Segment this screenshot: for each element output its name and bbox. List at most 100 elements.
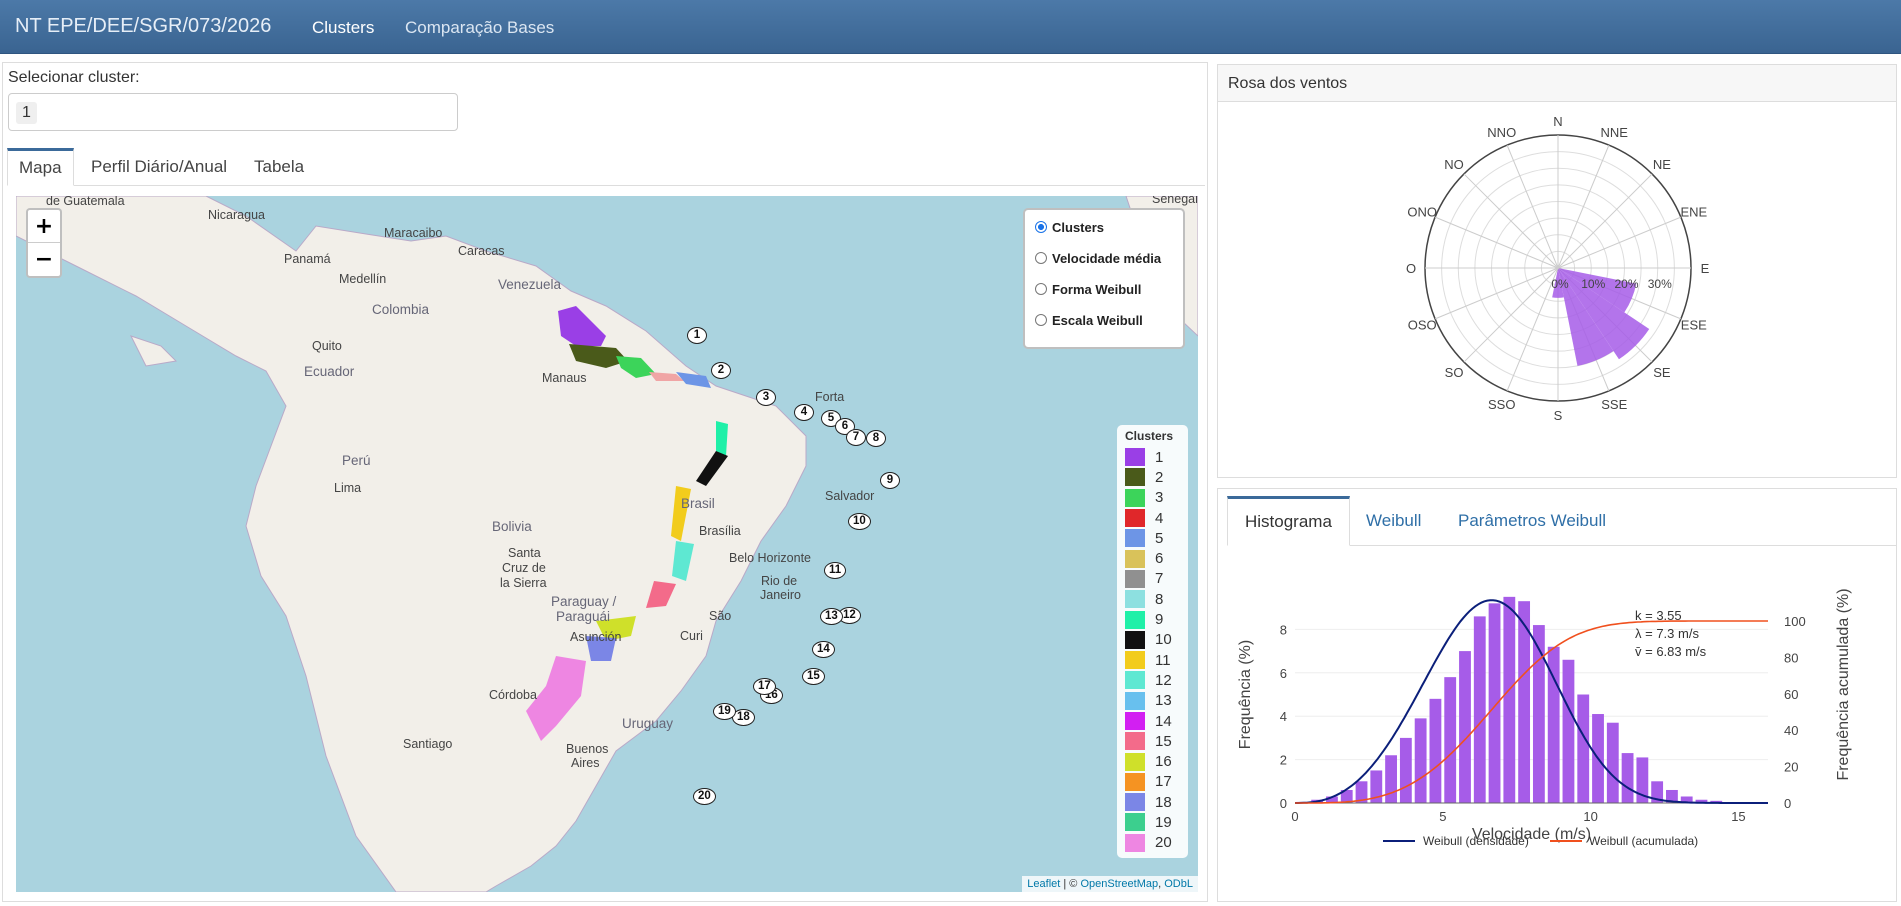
cluster-marker-4[interactable]: 4 [794,404,814,421]
rose-direction-label: ONO [1407,205,1437,220]
tab-parametros-weibull[interactable]: Parâmetros Weibull [1441,496,1623,546]
legend-label: 20 [1155,834,1172,852]
cluster-10-area[interactable] [696,451,728,486]
odbl-link[interactable]: ODbL [1164,878,1193,890]
histogram-chart[interactable]: 024680 5 10 15020406080100k = 3.55λ = 7.3 m… [1217,556,1897,896]
layer-velocidade-media[interactable]: Velocidade média [1035,251,1173,282]
leaflet-link[interactable]: Leaflet [1027,878,1060,890]
legend-item-3: 3 [1125,488,1180,508]
legend-swatch [1125,549,1145,568]
label-la-sierra: la Sierra [500,576,547,590]
cluster-marker-20[interactable]: 20 [693,788,716,805]
hist-y2tick: 60 [1784,687,1798,702]
radio-icon[interactable] [1035,283,1047,295]
legend-swatch [1125,488,1145,507]
cluster-marker-3[interactable]: 3 [756,389,776,406]
cluster-marker-13[interactable]: 13 [820,608,843,625]
wind-rose-chart[interactable]: N NNE NE ENE E ESE SE SSE S SSO SO OSO O ONO NO NNO 0% 10… [1218,105,1898,475]
brand-title[interactable]: NT EPE/DEE/SGR/073/2026 [15,15,271,38]
legend-item-8: 8 [1125,589,1180,609]
cluster-marker-15[interactable]: 15 [802,668,825,685]
tab-tabela[interactable]: Tabela [243,148,315,186]
legend-swatch [1125,732,1145,751]
hist-xtick: 0 [1291,809,1298,824]
cluster-marker-19[interactable]: 19 [713,703,736,720]
rose-radial-tick: 30% [1648,277,1672,291]
wind-rose-title: Rosa dos ventos [1218,65,1896,102]
legend-swatch [1125,793,1145,812]
histogram-tabs: Histograma Weibull Parâmetros Weibull [1227,496,1897,546]
cluster-marker-7[interactable]: 7 [846,429,866,446]
legend-label: 6 [1155,550,1164,568]
rose-direction-label: SSE [1601,397,1627,412]
radio-selected-icon[interactable] [1035,221,1047,233]
tab-perfil[interactable]: Perfil Diário/Anual [80,148,238,186]
label-cruz-de: Cruz de [502,561,546,575]
zoom-in-button[interactable]: + [28,210,60,243]
hist-y2tick: 20 [1784,760,1798,775]
rose-direction-label: NO [1444,157,1464,172]
label-nicaragua: Nicaragua [208,208,265,222]
cluster-11-area[interactable] [671,486,691,541]
legend-item-1: 1 [1125,447,1180,467]
zoom-out-button[interactable]: − [28,243,60,276]
label-peru: Perú [342,453,371,468]
cluster-marker-10[interactable]: 10 [848,513,871,530]
nav-comparacao-bases[interactable]: Comparação Bases [405,18,554,38]
layer-forma-weibull[interactable]: Forma Weibull [1035,282,1173,313]
tab-mapa[interactable]: Mapa [7,148,74,186]
map-attribution: Leaflet | © OpenStreetMap, ODbL [1022,876,1198,892]
selected-cluster-chip[interactable]: 1 [16,102,37,124]
legend-label: 14 [1155,712,1172,730]
cluster-marker-8[interactable]: 8 [866,430,886,447]
legend-label: 15 [1155,732,1172,750]
label-curi: Curi [680,629,703,643]
legend-swatch [1125,529,1145,548]
legend-item-18: 18 [1125,792,1180,812]
tab-histograma[interactable]: Histograma [1227,496,1350,546]
cluster-9-area[interactable] [716,421,728,456]
label-paraguay: Paraguay / [551,594,617,609]
legend-label: 4 [1155,509,1164,527]
label-aires: Aires [571,756,600,770]
legend-label: 2 [1155,468,1164,486]
hist-bar [1606,722,1619,803]
cluster-marker-1[interactable]: 1 [687,327,707,344]
hist-y2tick: 40 [1784,723,1798,738]
hist-bar [1577,694,1590,803]
legend-item-16: 16 [1125,751,1180,771]
layer-escala-weibull[interactable]: Escala Weibull [1035,313,1173,344]
cluster-marker-17[interactable]: 17 [753,678,776,695]
hist-ytick: 2 [1280,753,1287,768]
map[interactable]: de Guatemala Nicaragua Panamá Maracaibo … [16,196,1198,892]
radio-icon[interactable] [1035,252,1047,264]
cluster-select[interactable]: 1 [8,93,458,131]
rose-spoke [1463,267,1559,363]
legend-cumulative-label: Weibull (acumulada) [1589,834,1698,848]
osm-link[interactable]: OpenStreetMap [1080,878,1158,890]
cluster-3-area[interactable] [616,356,656,378]
cluster-marker-2[interactable]: 2 [711,362,731,379]
hist-bar [1562,659,1575,803]
cluster-polygons [526,306,728,741]
layer-clusters[interactable]: Clusters [1035,220,1173,251]
cluster-15-area[interactable] [646,581,676,608]
radio-icon[interactable] [1035,314,1047,326]
legend-item-11: 11 [1125,650,1180,670]
legend-label: 7 [1155,570,1164,588]
cluster-marker-11[interactable]: 11 [824,562,847,579]
cluster-12-area[interactable] [672,541,694,581]
label-santa: Santa [508,546,541,560]
label-buenos: Buenos [566,742,609,756]
legend-item-15: 15 [1125,731,1180,751]
hist-ylabel: Frequência (%) [1237,640,1254,749]
cluster-1-area[interactable] [558,306,606,346]
rose-radial-tick: 20% [1614,277,1638,291]
cluster-marker-9[interactable]: 9 [880,472,900,489]
nav-clusters[interactable]: Clusters [312,18,374,38]
cluster-marker-14[interactable]: 14 [812,641,835,658]
layer-control: Clusters Velocidade média Forma Weibull … [1023,208,1185,349]
legend-item-5: 5 [1125,528,1180,548]
tab-weibull[interactable]: Weibull [1349,496,1438,546]
cluster-2-area[interactable] [569,344,628,368]
